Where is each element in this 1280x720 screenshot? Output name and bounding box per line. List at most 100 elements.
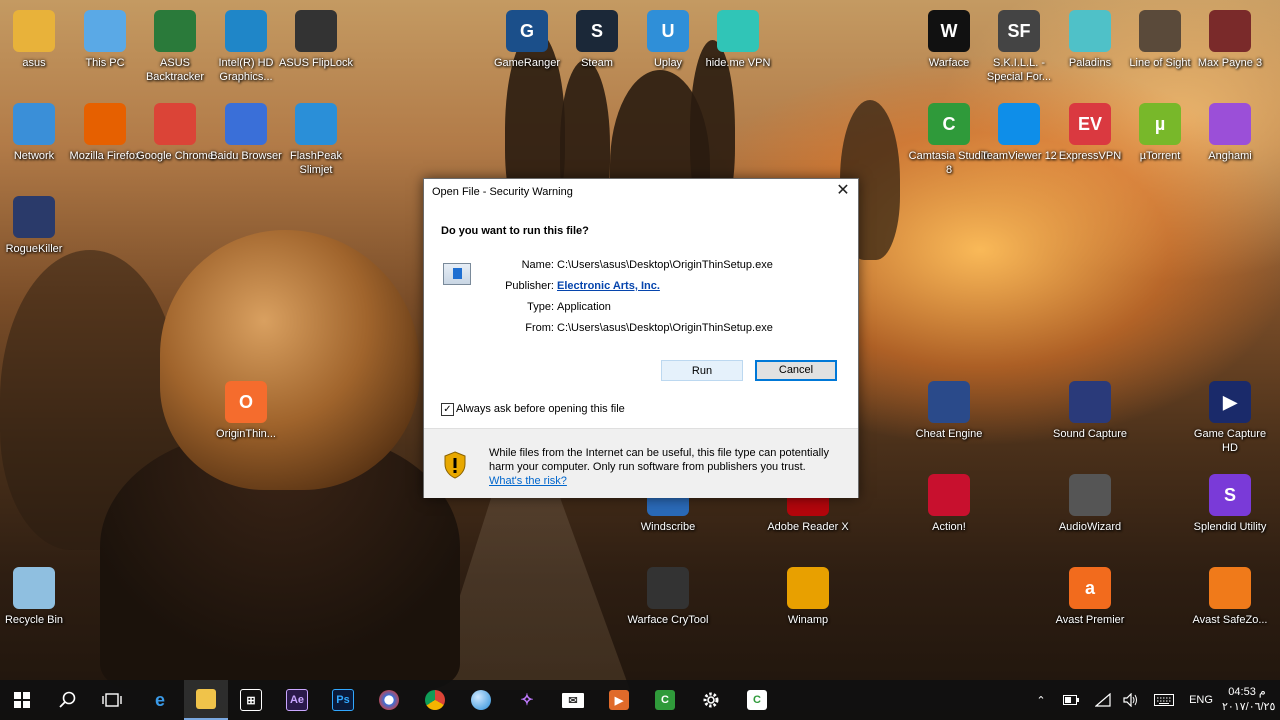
desktop-icon-winamp[interactable]: Winamp <box>766 567 850 627</box>
desktop-icon-label: Splendid Utility <box>1193 521 1267 533</box>
desktop-icon-label: ASUS FlipLock <box>279 57 353 69</box>
desktop-icon-label: Recycle Bin <box>4 614 64 626</box>
photoshop-icon: Ps <box>332 689 354 711</box>
anghami-icon <box>1209 103 1251 145</box>
run-button[interactable]: Run <box>661 360 743 381</box>
taskbar-edge[interactable]: e <box>138 680 182 720</box>
taskbar-store[interactable]: ⊞ <box>229 680 273 720</box>
baidu-browser-icon <box>225 103 267 145</box>
recycle-bin-icon <box>13 567 55 609</box>
taskbar-photoshop[interactable]: Ps <box>321 680 365 720</box>
baidu-browser-icon <box>379 690 399 710</box>
chevron-up-icon: ⌃ <box>1036 694 1046 707</box>
taskbar-baidu[interactable] <box>367 680 411 720</box>
desktop-icon-cheat-engine[interactable]: Cheat Engine <box>907 381 991 441</box>
taskbar-camtasia-recorder[interactable]: C <box>735 680 779 720</box>
cancel-button[interactable]: Cancel <box>755 360 837 381</box>
taskbar-chrome[interactable] <box>413 680 457 720</box>
taskbar-file-explorer[interactable] <box>184 680 228 720</box>
taskbar-media[interactable]: ▶ <box>597 680 641 720</box>
always-ask-checkbox[interactable]: ✓ <box>441 403 454 416</box>
name-label: Name: <box>521 259 554 271</box>
desktop-icon-avast-premier[interactable]: a Avast Premier <box>1048 567 1132 627</box>
language-indicator[interactable]: ENG <box>1184 680 1218 720</box>
desktop-icon-recycle-bin[interactable]: Recycle Bin <box>0 567 76 627</box>
taskbar-mail[interactable]: ✉ <box>551 680 595 720</box>
always-ask-label[interactable]: Always ask before opening this file <box>456 403 625 415</box>
flashpeak-slimjet-icon <box>295 103 337 145</box>
roguekiller-icon <box>13 196 55 238</box>
gameranger-icon: G <box>506 10 548 52</box>
edge-icon: e <box>154 689 165 710</box>
desktop-icon-label: Adobe Reader X <box>767 521 849 533</box>
network-icon <box>13 103 55 145</box>
wifi-tray[interactable] <box>1092 680 1114 720</box>
wifi-icon <box>1095 693 1111 707</box>
expressvpn-icon: EV <box>1069 103 1111 145</box>
close-icon[interactable]: ✕ <box>828 179 858 205</box>
avast-safezo-icon <box>1209 567 1251 609</box>
warning-panel: While files from the Internet can be use… <box>424 428 858 498</box>
name-row: Name: C:\Users\asus\Desktop\OriginThinSe… <box>474 259 844 275</box>
desktop-icon-roguekiller[interactable]: RogueKiller <box>0 196 76 256</box>
clock[interactable]: 04:53 م ٢٠١٧/٠٦/٢٥ <box>1222 685 1275 715</box>
desktop-icon-hide-me-vpn[interactable]: hide.me VPN <box>696 10 780 70</box>
slimjet-icon <box>471 690 491 710</box>
audiowizard-icon <box>1069 474 1111 516</box>
dialog-question: Do you want to run this file? <box>441 225 589 237</box>
whats-the-risk-link[interactable]: What's the risk? <box>489 475 567 487</box>
taskbar-settings[interactable] <box>689 680 733 720</box>
battery-tray[interactable] <box>1060 680 1082 720</box>
search-button[interactable] <box>46 680 90 720</box>
desktop-icon-label: Action! <box>932 521 966 533</box>
desktop-icon-game-capture-hd[interactable]: ▶ Game Capture HD <box>1188 381 1272 455</box>
asus-icon <box>13 10 55 52</box>
desktop-icon-action[interactable]: Action! <box>907 474 991 534</box>
originthin-icon: O <box>225 381 267 423</box>
desktop-icon-sound-capture[interactable]: Sound Capture <box>1048 381 1132 441</box>
desktop-icon-splendid-utility[interactable]: S Splendid Utility <box>1188 474 1272 534</box>
desktop-icon-audiowizard[interactable]: AudioWizard <box>1048 474 1132 534</box>
s-k-i-l-l-special-for-icon: SF <box>998 10 1040 52</box>
mail-icon: ✉ <box>562 692 584 708</box>
desktop-icon-label: Avast SafeZo... <box>1192 614 1268 626</box>
action-icon <box>928 474 970 516</box>
taskbar-slimjet[interactable] <box>459 680 503 720</box>
desktop-icon-avast-safezo[interactable]: Avast SafeZo... <box>1188 567 1272 627</box>
task-view-icon <box>102 693 122 707</box>
dialog-title-bar[interactable]: Open File - Security Warning ✕ <box>424 179 858 205</box>
desktop-icon-flashpeak-slimjet[interactable]: FlashPeak Slimjet <box>274 103 358 177</box>
application-file-icon <box>443 263 471 285</box>
taskbar-anghami[interactable]: ✧ <box>505 680 549 720</box>
battery-icon <box>1063 695 1079 705</box>
avast-premier-icon: a <box>1069 567 1111 609</box>
show-hidden-icons[interactable]: ⌃ <box>1030 680 1052 720</box>
taskbar-camtasia[interactable]: C <box>643 680 687 720</box>
media-player-icon: ▶ <box>609 690 629 710</box>
task-view-button[interactable] <box>90 680 134 720</box>
splendid-utility-icon: S <box>1209 474 1251 516</box>
keyboard-tray[interactable] <box>1150 680 1178 720</box>
desktop-icon-warface-crytool[interactable]: Warface CryTool <box>626 567 710 627</box>
desktop-icon-max-payne-3[interactable]: Max Payne 3 <box>1188 10 1272 70</box>
hide-me-vpn-icon <box>717 10 759 52</box>
desktop-icon-label: Cheat Engine <box>915 428 983 440</box>
camtasia-icon: C <box>655 690 675 710</box>
game-capture-hd-icon: ▶ <box>1209 381 1251 423</box>
volume-tray[interactable] <box>1120 680 1142 720</box>
publisher-link[interactable]: Electronic Arts, Inc. <box>557 280 660 292</box>
type-row: Type: Application <box>474 301 844 317</box>
asus-fliplock-icon <box>295 10 337 52</box>
desktop-icon-label: Windscribe <box>640 521 696 533</box>
from-value: C:\Users\asus\Desktop\OriginThinSetup.ex… <box>557 322 773 334</box>
desktop-icon-anghami[interactable]: Anghami <box>1188 103 1272 163</box>
warning-text-block: While files from the Internet can be use… <box>489 446 849 488</box>
torrent-icon: µ <box>1139 103 1181 145</box>
start-button[interactable] <box>0 680 44 720</box>
desktop-icon-label: Sound Capture <box>1053 428 1127 440</box>
desktop-icon-label: RogueKiller <box>5 243 63 255</box>
taskbar-after-effects[interactable]: Ae <box>275 680 319 720</box>
desktop-icon-originthin[interactable]: O OriginThin... <box>204 381 288 441</box>
desktop-icon-label: Max Payne 3 <box>1197 57 1263 69</box>
desktop-icon-asus-fliplock[interactable]: ASUS FlipLock <box>274 10 358 70</box>
